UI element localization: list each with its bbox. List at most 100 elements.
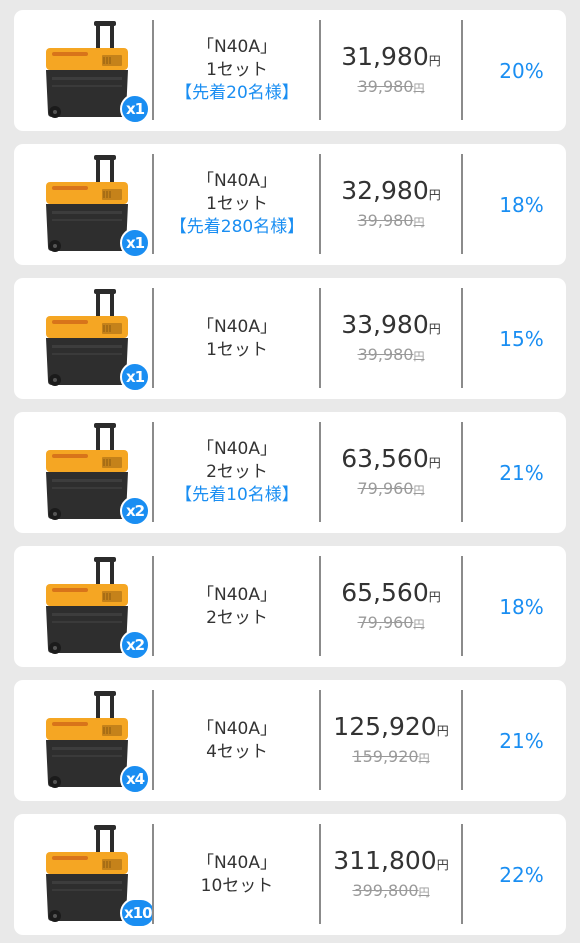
original-price-value: 39,980 — [357, 210, 414, 230]
currency-label: 円 — [418, 885, 430, 899]
original-price-value: 399,800 — [352, 880, 419, 900]
original-price: 79,960円 — [358, 612, 425, 636]
currency-label: 円 — [413, 617, 425, 631]
currency-label: 円 — [428, 53, 441, 68]
original-price-value: 79,960 — [357, 612, 414, 632]
discount-percent: 21% — [499, 460, 544, 485]
currency-label: 円 — [413, 483, 425, 497]
currency-label: 円 — [436, 723, 449, 738]
quantity-badge: x10 — [120, 898, 156, 928]
product-image: x10 — [38, 825, 156, 928]
offer-description: 「N40A」 4セット — [154, 680, 320, 801]
currency-label: 円 — [428, 187, 441, 202]
price-block: 63,560円 79,960円 — [321, 412, 461, 533]
product-model: 「N40A」 — [197, 584, 277, 605]
product-image: x1 — [38, 155, 156, 258]
sale-price: 32,980円 — [341, 176, 441, 210]
sale-price-value: 33,980 — [341, 309, 429, 339]
set-count: 10セット — [200, 875, 274, 896]
discount-percent: 22% — [499, 862, 544, 887]
sale-price-value: 125,920 — [333, 711, 437, 741]
original-price: 399,800円 — [352, 880, 429, 904]
offer-description: 「N40A」 10セット — [154, 814, 320, 935]
offer-description: 「N40A」 1セット 【先着280名様】 — [154, 144, 320, 265]
offer-card[interactable]: x4 「N40A」 4セット 125,920円 159,920円 21% — [14, 680, 566, 801]
discount-percent: 18% — [499, 594, 544, 619]
offer-card[interactable]: x2 「N40A」 2セット 【先着10名様】 63,560円 79,960円 … — [14, 412, 566, 533]
currency-label: 円 — [428, 589, 441, 604]
currency-label: 円 — [428, 455, 441, 470]
currency-label: 円 — [418, 751, 430, 765]
currency-label: 円 — [413, 215, 425, 229]
product-image: x2 — [38, 557, 156, 660]
price-block: 65,560円 79,960円 — [321, 546, 461, 667]
sale-price: 311,800円 — [333, 846, 448, 880]
sale-price: 33,980円 — [341, 310, 441, 344]
sale-price-value: 65,560 — [341, 577, 429, 607]
offer-card[interactable]: x10 「N40A」 10セット 311,800円 399,800円 22% — [14, 814, 566, 935]
product-model: 「N40A」 — [197, 316, 277, 337]
price-block: 125,920円 159,920円 — [321, 680, 461, 801]
currency-label: 円 — [413, 81, 425, 95]
quantity-badge: x2 — [120, 630, 150, 660]
currency-label: 円 — [436, 857, 449, 872]
set-count: 1セット — [206, 60, 268, 80]
sale-price-value: 32,980 — [341, 175, 429, 205]
original-price: 159,920円 — [352, 746, 429, 770]
original-price-value: 39,980 — [357, 344, 414, 364]
sale-price-value: 31,980 — [341, 41, 429, 71]
product-model: 「N40A」 — [197, 439, 277, 459]
price-block: 311,800円 399,800円 — [321, 814, 461, 935]
quantity-badge: x1 — [120, 94, 150, 124]
set-count: 1セット — [206, 339, 268, 360]
set-count: 1セット — [206, 194, 268, 214]
original-price: 39,980円 — [358, 76, 425, 100]
product-model: 「N40A」 — [197, 852, 277, 873]
set-count: 4セット — [206, 741, 268, 762]
original-price: 39,980円 — [358, 210, 425, 234]
offer-card[interactable]: x1 「N40A」 1セット 【先着280名様】 32,980円 39,980円… — [14, 144, 566, 265]
offer-description: 「N40A」 1セット — [154, 278, 320, 399]
sale-price: 63,560円 — [341, 444, 441, 478]
product-image: x2 — [38, 423, 156, 526]
sale-price-value: 63,560 — [341, 443, 429, 473]
price-block: 32,980円 39,980円 — [321, 144, 461, 265]
discount-percent: 21% — [499, 728, 544, 753]
original-price-value: 39,980 — [357, 76, 414, 96]
price-block: 33,980円 39,980円 — [321, 278, 461, 399]
product-model: 「N40A」 — [197, 37, 277, 57]
sale-price: 65,560円 — [341, 578, 441, 612]
set-count: 2セット — [206, 462, 268, 482]
offer-list: x1 「N40A」 1セット 【先着20名様】 31,980円 39,980円 … — [0, 0, 580, 935]
original-price: 79,960円 — [358, 478, 425, 502]
promo-label: 【先着10名様】 — [175, 485, 299, 505]
offer-description: 「N40A」 2セット 【先着10名様】 — [154, 412, 320, 533]
offer-card[interactable]: x1 「N40A」 1セット 【先着20名様】 31,980円 39,980円 … — [14, 10, 566, 131]
currency-label: 円 — [428, 321, 441, 336]
sale-price-value: 311,800 — [333, 845, 437, 875]
original-price: 39,980円 — [358, 344, 425, 368]
product-model: 「N40A」 — [197, 718, 277, 739]
offer-card[interactable]: x2 「N40A」 2セット 65,560円 79,960円 18% — [14, 546, 566, 667]
product-model: 「N40A」 — [197, 171, 277, 191]
quantity-badge: x4 — [120, 764, 150, 794]
discount-percent: 15% — [499, 326, 544, 351]
offer-description: 「N40A」 1セット 【先着20名様】 — [154, 10, 320, 131]
product-image: x1 — [38, 21, 156, 124]
sale-price: 125,920円 — [333, 712, 448, 746]
discount-percent: 20% — [499, 58, 544, 83]
offer-description: 「N40A」 2セット — [154, 546, 320, 667]
original-price-value: 159,920 — [352, 746, 419, 766]
sale-price: 31,980円 — [341, 42, 441, 76]
price-block: 31,980円 39,980円 — [321, 10, 461, 131]
offer-card[interactable]: x1 「N40A」 1セット 33,980円 39,980円 15% — [14, 278, 566, 399]
quantity-badge: x1 — [120, 228, 150, 258]
set-count: 2セット — [206, 607, 268, 628]
currency-label: 円 — [413, 349, 425, 363]
quantity-badge: x1 — [120, 362, 150, 392]
promo-label: 【先着280名様】 — [169, 217, 305, 237]
quantity-badge: x2 — [120, 496, 150, 526]
product-image: x4 — [38, 691, 156, 794]
discount-percent: 18% — [499, 192, 544, 217]
promo-label: 【先着20名様】 — [175, 83, 299, 103]
